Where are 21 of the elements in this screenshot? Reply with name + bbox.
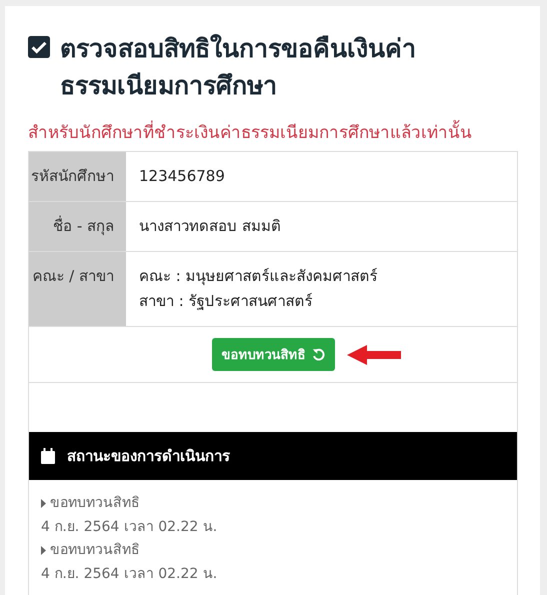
review-button[interactable]: ขอทบทวนสิทธิ: [212, 338, 334, 371]
checked-square-icon: [28, 36, 50, 58]
field-value: นางสาวทดสอบ สมมติ: [139, 216, 281, 237]
status-action: ขอทบทวนสิทธิ: [50, 541, 140, 560]
field-label: คณะ / สาขา: [29, 252, 126, 326]
notice-text: สำหรับนักศึกษาที่ชำระเงินค่าธรรมเนียมการศึกษาแล้วเท่านั้น: [28, 118, 518, 145]
status-action: ขอทบทวนสิทธิ: [50, 494, 140, 513]
field-label: รหัสนักศึกษา: [29, 152, 126, 201]
status-time: 4 ก.ย. 2564 เวลา 02.22 น.: [41, 518, 218, 536]
field-label: ชื่อ - สกุล: [29, 202, 126, 251]
status-time: 4 ก.ย. 2564 เวลา 02.22 น.: [41, 564, 218, 584]
field-value: สาขา : รัฐประศาสนศาสตร์: [139, 291, 314, 312]
field-value: 123456789: [139, 166, 225, 187]
pointer-arrow: [347, 343, 403, 367]
status-title: สถานะของการดำเนินการ: [67, 446, 230, 467]
calendar-icon: [41, 448, 55, 464]
caret-icon: [41, 499, 46, 508]
field-value: คณะ : มนุษยศาสตร์และสังคมศาสตร์: [139, 266, 378, 288]
page-title: ตรวจสอบสิทธิในการขอคืนเงินค่าธรรมเนียมการศึกษา: [60, 33, 417, 102]
undo-icon: [312, 348, 324, 361]
caret-icon: [41, 546, 46, 556]
